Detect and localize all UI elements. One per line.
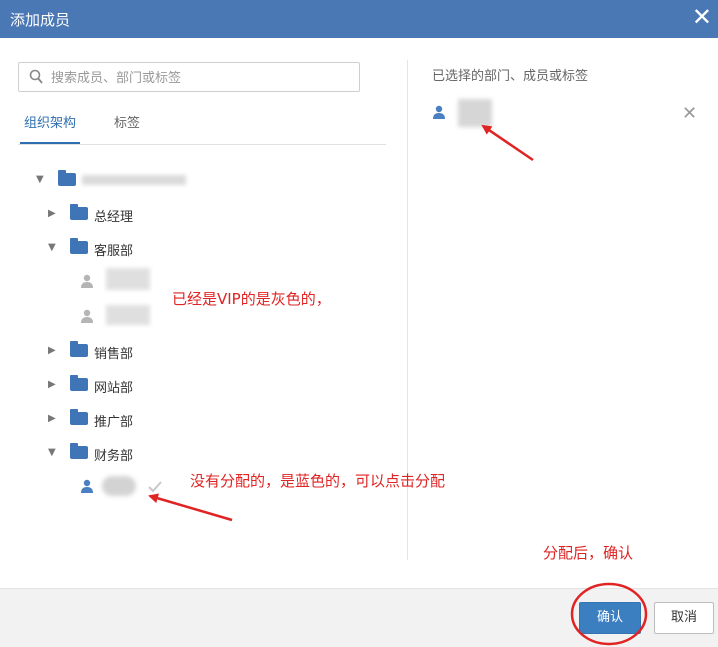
dept-label: 推广部 [94,415,134,430]
folder-icon [70,341,88,357]
tree-dept-general-manager[interactable]: ▶ 总经理 [48,204,248,226]
selected-member-item [432,99,692,127]
blurred-member-name [106,305,150,325]
collapse-triangle-icon[interactable]: ▶ [48,413,56,424]
search-input[interactable] [49,67,353,89]
close-icon[interactable]: ✕ [692,2,712,32]
tree-member-vip [80,268,180,292]
arrow-to-unassigned-member [148,493,233,522]
person-icon [81,309,93,323]
person-icon [81,479,93,493]
cancel-button[interactable]: 取消 [654,602,714,634]
dialog-titlebar: 添加成员 ✕ [0,0,718,38]
collapse-triangle-icon[interactable]: ▶ [48,345,56,356]
blurred-member-name [102,476,136,496]
expand-triangle-icon[interactable]: ▼ [36,174,44,185]
search-box[interactable] [18,62,360,92]
tab-bar: 组织架构 标签 [18,104,386,145]
expand-triangle-icon[interactable]: ▼ [48,447,56,458]
blurred-company-name [82,175,186,185]
folder-icon [70,409,88,425]
folder-icon [70,204,88,220]
checkmark-icon[interactable] [148,481,162,493]
tree-dept-website[interactable]: ▶ 网站部 [48,375,248,397]
selected-panel-title: 已选择的部门、成员或标签 [432,69,589,84]
collapse-triangle-icon[interactable]: ▶ [48,208,56,219]
search-icon [29,69,43,84]
tree-dept-customer-service[interactable]: ▼ 客服部 [48,238,248,260]
tree-dept-promotion[interactable]: ▶ 推广部 [48,409,248,431]
annotation-confirm: 分配后，确认 [543,544,634,562]
annotation-unassigned-blue: 没有分配的，是蓝色的，可以点击分配 [190,472,446,490]
annotation-vip-grey: 已经是VIP的是灰色的， [172,290,331,308]
tab-tags[interactable]: 标签 [114,112,140,131]
arrow-to-selected-member [481,124,534,162]
remove-selected-icon[interactable]: ✕ [682,103,697,124]
tree-member-vip [80,305,180,327]
dept-label: 销售部 [94,347,134,362]
dept-label: 客服部 [94,244,134,259]
confirm-button[interactable]: 确认 [579,602,641,634]
person-icon [81,274,93,288]
blurred-member-name [106,268,150,290]
dept-label: 网站部 [94,381,134,396]
expand-triangle-icon[interactable]: ▼ [48,242,56,253]
folder-icon [70,238,88,254]
person-icon [433,105,445,119]
collapse-triangle-icon[interactable]: ▶ [48,379,56,390]
dialog-title: 添加成员 [10,11,71,29]
tree-dept-finance[interactable]: ▼ 财务部 [48,443,248,465]
dept-label: 总经理 [94,210,134,225]
folder-icon [58,170,76,186]
tree-member-unassigned[interactable] [80,476,170,498]
blurred-member-name [458,99,492,127]
tab-org-structure[interactable]: 组织架构 [19,112,81,144]
tree-dept-sales[interactable]: ▶ 销售部 [48,341,248,363]
folder-icon [70,375,88,391]
dept-label: 财务部 [94,449,134,464]
tree-root[interactable]: ▼ [36,170,236,192]
folder-icon [70,443,88,459]
